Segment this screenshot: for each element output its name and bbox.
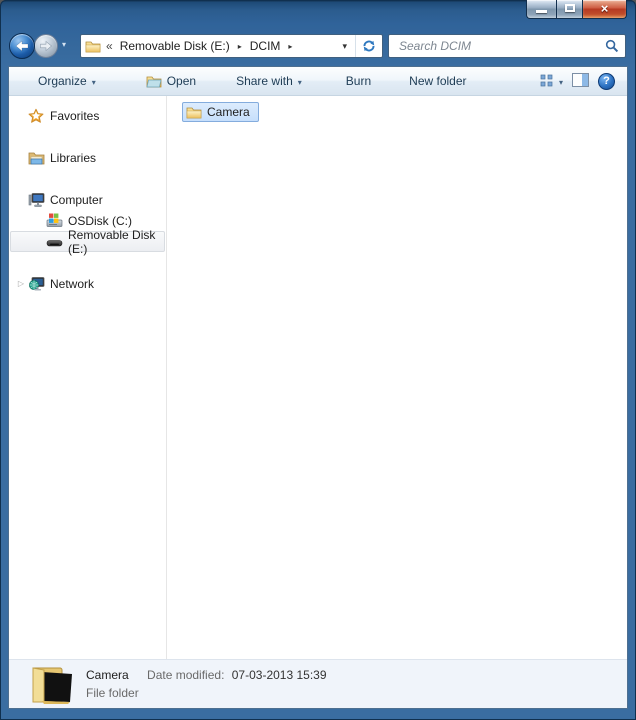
share-with-button[interactable]: Share with ▾ xyxy=(223,69,315,93)
expander-icon[interactable]: ▷ xyxy=(15,279,27,288)
close-icon: × xyxy=(583,0,626,17)
breadcrumb-collapse-icon[interactable]: « xyxy=(106,39,112,53)
chevron-down-icon: ▾ xyxy=(92,78,96,87)
sidebar-item-label: Network xyxy=(50,277,94,291)
search-box xyxy=(388,34,626,58)
folder-icon xyxy=(85,39,101,53)
burn-label: Burn xyxy=(346,74,371,88)
new-folder-button[interactable]: New folder xyxy=(396,69,479,93)
chevron-down-icon: ▾ xyxy=(298,78,302,87)
search-input[interactable] xyxy=(397,38,605,54)
open-label: Open xyxy=(167,74,196,88)
help-button[interactable]: ? xyxy=(598,73,615,90)
minimize-button[interactable] xyxy=(526,0,556,19)
sidebar-item-favorites[interactable]: Favorites xyxy=(10,105,165,126)
preview-pane-icon xyxy=(572,73,589,87)
refresh-icon xyxy=(362,39,376,53)
details-pane: Camera Date modified: 07-03-2013 15:39 F… xyxy=(9,659,627,708)
recent-pages-dropdown[interactable]: ▾ xyxy=(62,40,66,49)
address-dropdown-icon[interactable]: ▾ xyxy=(334,41,355,52)
details-line-1: Camera Date modified: 07-03-2013 15:39 xyxy=(86,668,327,682)
file-list[interactable]: Camera xyxy=(167,96,627,659)
sidebar-item-label: Computer xyxy=(50,193,103,207)
chevron-down-icon: ▾ xyxy=(559,78,563,87)
address-bar[interactable]: « Removable Disk (E:) ▸ DCIM ▸ ▾ xyxy=(80,34,383,58)
maximize-button[interactable] xyxy=(556,0,583,19)
sidebar-item-label: Libraries xyxy=(50,151,96,165)
burn-button[interactable]: Burn xyxy=(333,69,384,93)
sidebar-item-network[interactable]: ▷ Network xyxy=(10,273,165,294)
computer-icon xyxy=(27,192,45,208)
details-date-modified-label: Date modified: xyxy=(147,668,224,682)
os-disk-icon xyxy=(45,213,63,229)
sidebar-item-computer[interactable]: Computer xyxy=(10,189,165,210)
details-file-type: File folder xyxy=(86,686,139,700)
new-folder-label: New folder xyxy=(409,74,466,88)
back-button[interactable] xyxy=(9,33,35,59)
close-button[interactable]: × xyxy=(583,0,627,19)
navigation-pane: Favorites Libraries xyxy=(9,96,167,659)
preview-pane-button[interactable] xyxy=(572,73,589,90)
breadcrumb-separator-icon[interactable]: ▸ xyxy=(282,42,298,51)
minimize-icon xyxy=(536,10,547,13)
window-controls: × xyxy=(526,0,627,19)
forward-arrow-icon xyxy=(40,41,53,52)
star-icon xyxy=(27,108,45,124)
explorer-window: × ▾ « Removable Disk (E:) ▸ DCIM ▸ ▾ xyxy=(0,0,636,720)
sidebar-item-libraries[interactable]: Libraries xyxy=(10,147,165,168)
sidebar-item-label: OSDisk (C:) xyxy=(68,214,132,228)
explorer-body: Favorites Libraries xyxy=(9,96,627,659)
file-item-label: Camera xyxy=(207,105,250,119)
share-with-label: Share with xyxy=(236,74,293,88)
open-button[interactable]: Open xyxy=(133,69,209,93)
sidebar-spacer xyxy=(9,168,166,189)
sidebar-item-removable-disk-e[interactable]: Removable Disk (E:) xyxy=(10,231,165,252)
sidebar-item-label: Favorites xyxy=(50,109,99,123)
details-date-modified-value: 07-03-2013 15:39 xyxy=(232,668,327,682)
open-folder-icon xyxy=(146,74,162,88)
search-icon[interactable] xyxy=(605,39,619,53)
sidebar-spacer xyxy=(9,126,166,147)
breadcrumb-segment-drive[interactable]: Removable Disk (E:) xyxy=(118,39,232,53)
refresh-button[interactable] xyxy=(355,35,382,57)
views-grid-icon xyxy=(540,74,555,88)
libraries-icon xyxy=(27,150,45,166)
file-item-camera[interactable]: Camera xyxy=(182,102,259,122)
toolbar-right-group: ▾ ? xyxy=(540,73,617,90)
folder-icon xyxy=(186,105,202,119)
network-icon xyxy=(27,276,45,292)
open-folder-large-icon xyxy=(30,664,76,706)
organize-button[interactable]: Organize ▾ xyxy=(25,69,109,93)
content-frame: Organize ▾ Open Share with ▾ Burn New fo… xyxy=(8,66,628,709)
breadcrumb-segment-dcim[interactable]: DCIM xyxy=(248,39,283,53)
removable-disk-icon xyxy=(45,234,63,250)
help-icon: ? xyxy=(603,76,610,87)
command-toolbar: Organize ▾ Open Share with ▾ Burn New fo… xyxy=(9,67,627,96)
sidebar-item-label: Removable Disk (E:) xyxy=(68,228,164,256)
back-arrow-icon xyxy=(15,40,29,52)
views-button[interactable]: ▾ xyxy=(540,74,563,88)
forward-button[interactable] xyxy=(34,34,58,58)
details-file-name: Camera xyxy=(86,668,129,682)
organize-label: Organize xyxy=(38,74,87,88)
breadcrumb-separator-icon[interactable]: ▸ xyxy=(232,42,248,51)
maximize-icon xyxy=(565,4,575,12)
